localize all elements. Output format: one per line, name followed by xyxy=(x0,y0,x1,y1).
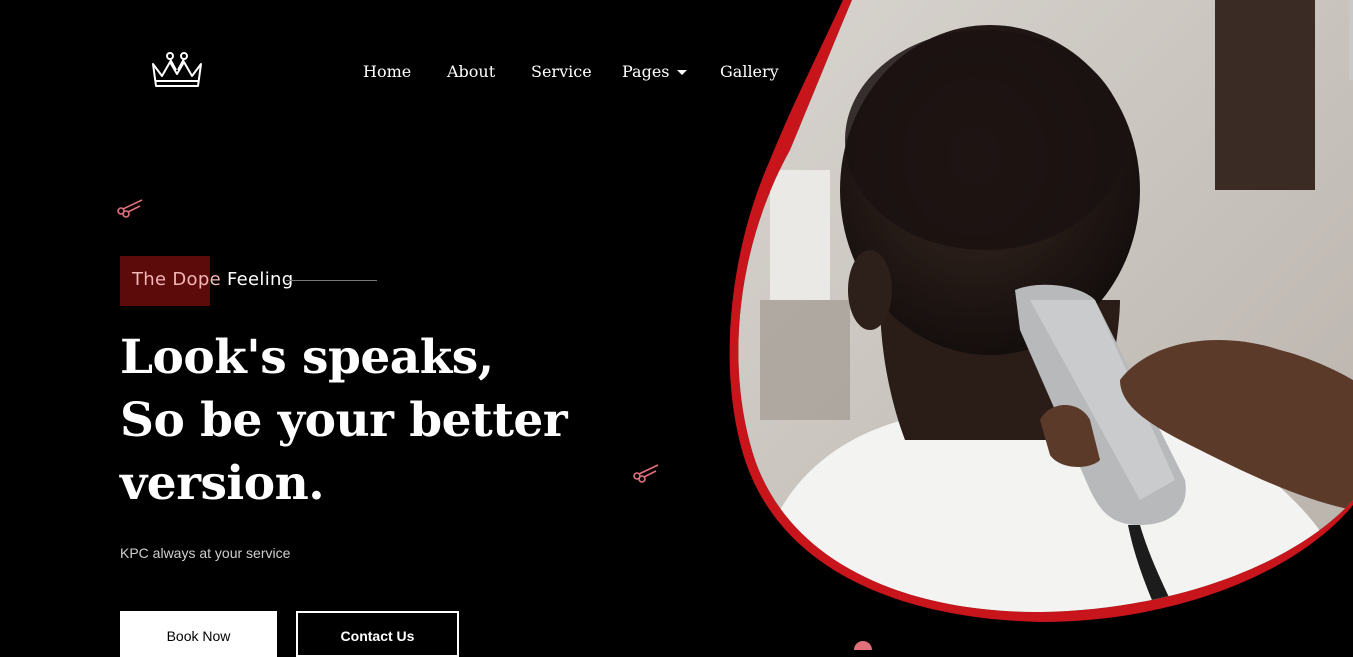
headline-line-1: Look's speaks, xyxy=(120,330,494,385)
headline-line-2: So be your better xyxy=(120,393,568,448)
hero-subtext: KPC always at your service xyxy=(120,545,291,561)
headline-line-3: version. xyxy=(120,456,325,511)
tagline-divider xyxy=(286,280,377,281)
nav-about[interactable]: About xyxy=(447,62,495,82)
nav-home[interactable]: Home xyxy=(363,62,411,82)
scrollbar[interactable] xyxy=(1349,0,1353,80)
tagline-part2: Feeling xyxy=(220,269,294,290)
tagline-part1: The Dope xyxy=(132,269,221,290)
hero-headline: Look's speaks, So be your better version… xyxy=(120,326,640,515)
nav-pages-label: Pages xyxy=(622,62,670,81)
accent-dot xyxy=(854,641,872,650)
scissors-icon xyxy=(117,199,143,218)
book-now-button[interactable]: Book Now xyxy=(120,611,277,657)
caret-down-icon xyxy=(676,70,687,75)
hero-image xyxy=(729,0,1353,650)
tagline-text: The Dope Feeling xyxy=(132,269,293,290)
contact-us-button[interactable]: Contact Us xyxy=(296,611,459,657)
nav-pages-dropdown[interactable]: Pages xyxy=(622,62,687,82)
nav-service[interactable]: Service xyxy=(531,62,592,82)
crown-logo-icon[interactable] xyxy=(148,50,206,90)
